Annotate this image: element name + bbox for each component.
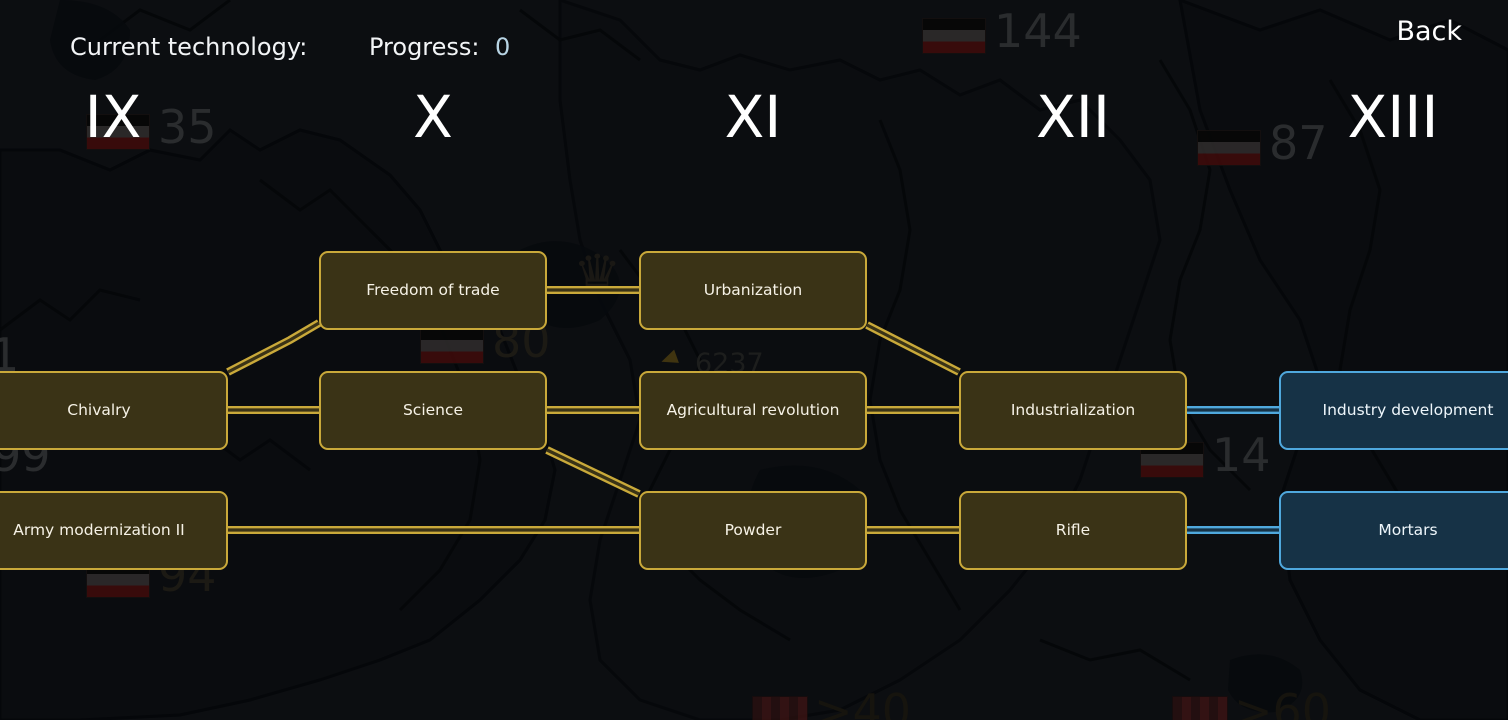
tech-node-label: Urbanization	[703, 280, 803, 299]
tech-node-label: Army modernization II	[13, 520, 185, 539]
current-technology-label: Current technology:	[70, 33, 308, 61]
edge-fill	[227, 321, 320, 374]
progress-value: 0	[495, 33, 511, 61]
edge-fill	[546, 448, 640, 496]
tech-node-army-mod-2[interactable]: Army modernization II	[0, 491, 228, 570]
tech-node-label: Freedom of trade	[366, 280, 500, 299]
progress-label: Progress:	[369, 33, 480, 61]
edge-fill	[866, 323, 960, 374]
tech-node-label: Chivalry	[67, 400, 131, 419]
tech-node-label: Industrialization	[1010, 400, 1136, 419]
tech-node-label: Agricultural revolution	[666, 400, 840, 419]
tech-node-label: Science	[402, 400, 464, 419]
tech-node-industrialization[interactable]: Industrialization	[959, 371, 1187, 450]
era-label-xiii: XIII	[1347, 83, 1439, 151]
era-label-xi: XI	[724, 83, 782, 151]
tech-node-powder[interactable]: Powder	[639, 491, 867, 570]
tech-node-urbanization[interactable]: Urbanization	[639, 251, 867, 330]
tech-node-label: Industry development	[1322, 400, 1494, 419]
tech-node-label: Mortars	[1378, 520, 1438, 539]
tech-node-chivalry[interactable]: Chivalry	[0, 371, 228, 450]
tech-node-agricultural-revolution[interactable]: Agricultural revolution	[639, 371, 867, 450]
era-label-xii: XII	[1036, 83, 1110, 151]
tech-node-science[interactable]: Science	[319, 371, 547, 450]
tech-tree-screen: 144 35 87 80 14 94 99 1 6237 >40 >60 ♛ Current tec…	[0, 0, 1508, 720]
tech-node-rifle[interactable]: Rifle	[959, 491, 1187, 570]
tech-node-industry-development[interactable]: Industry development	[1279, 371, 1508, 450]
back-button[interactable]: Back	[1390, 14, 1468, 49]
era-label-x: X	[413, 83, 453, 151]
header-bar: Current technology: Progress: 0 Back	[0, 0, 1508, 62]
tech-node-label: Rifle	[1055, 520, 1091, 539]
era-label-ix: IX	[84, 83, 142, 151]
tech-node-mortars[interactable]: Mortars	[1279, 491, 1508, 570]
tech-node-freedom-of-trade[interactable]: Freedom of trade	[319, 251, 547, 330]
tech-node-label: Powder	[724, 520, 782, 539]
